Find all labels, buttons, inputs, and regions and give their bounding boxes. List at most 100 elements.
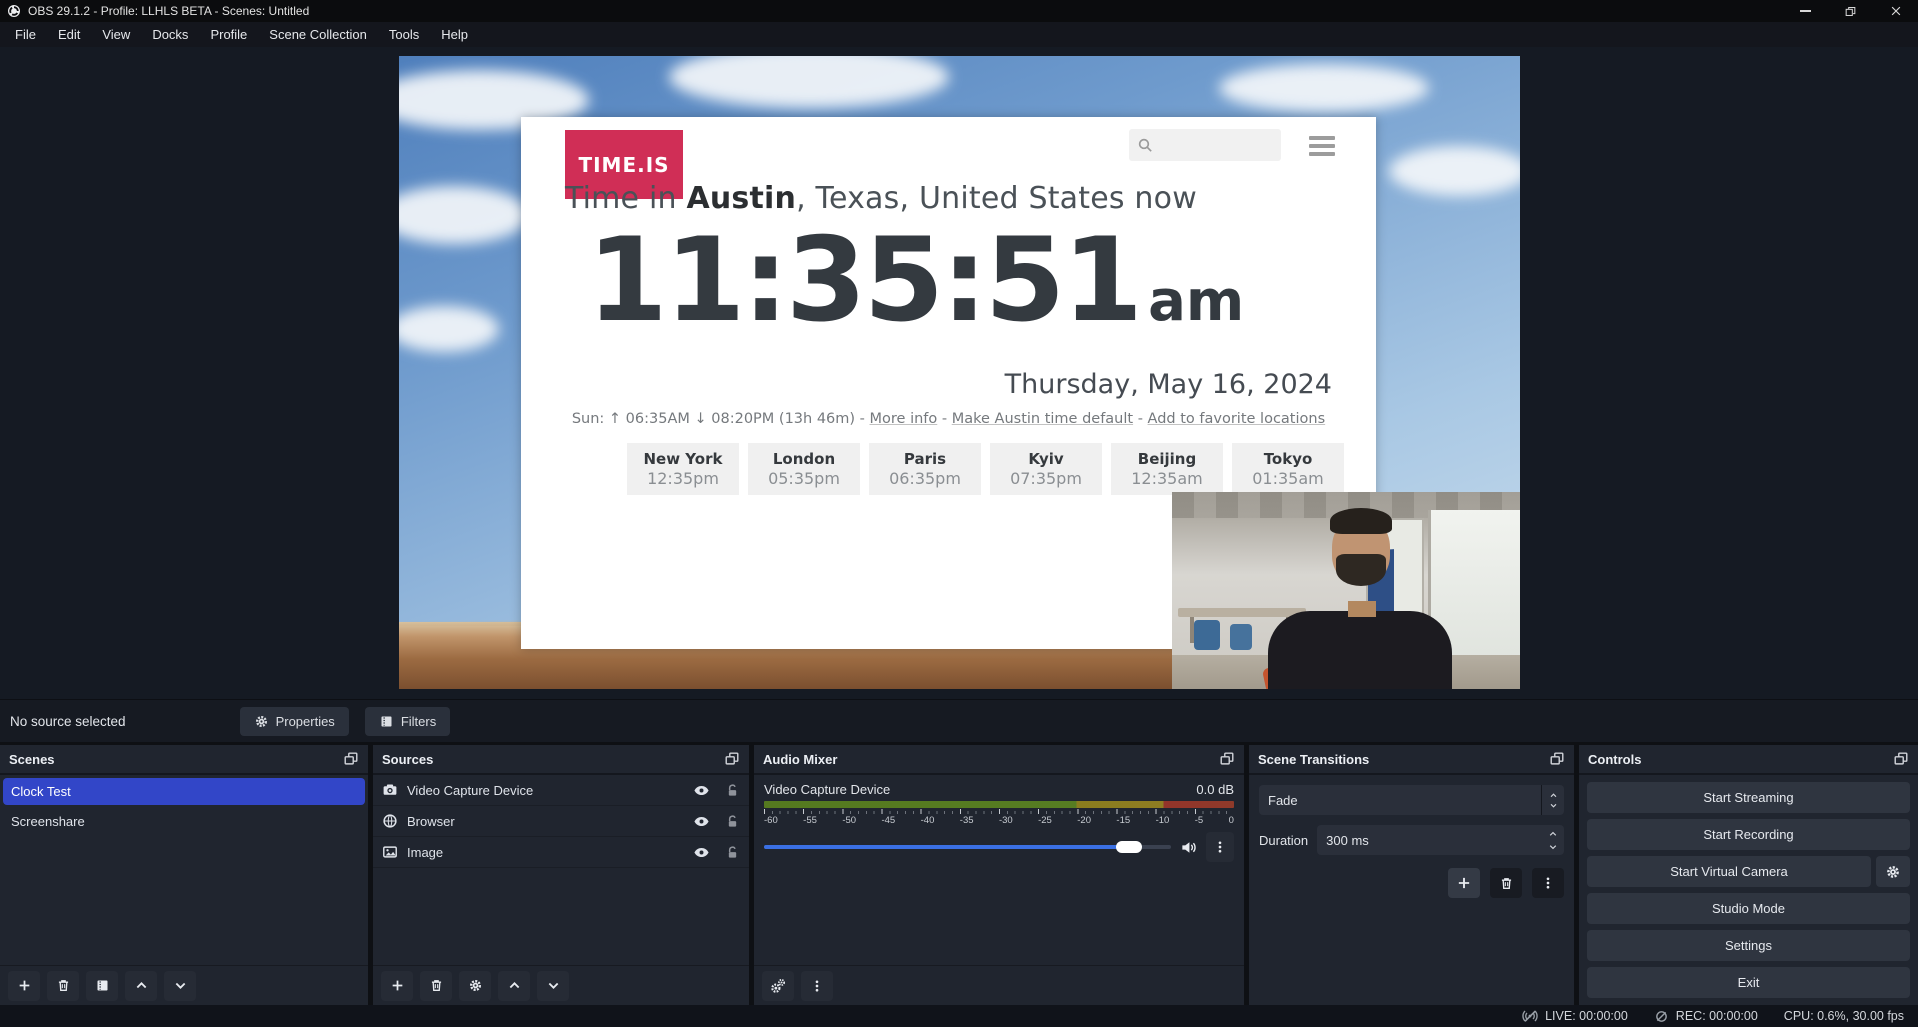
world-clock-beijing[interactable]: Beijing12:35am: [1111, 443, 1223, 495]
webcam-chair: [1230, 624, 1252, 650]
sources-title: Sources: [382, 752, 433, 767]
controls-panel: Controls Start Streaming Start Recording…: [1579, 745, 1918, 1005]
settings-button[interactable]: Settings: [1587, 930, 1910, 961]
camera-icon: [382, 782, 398, 798]
remove-scene-button[interactable]: [47, 971, 79, 1001]
add-source-button[interactable]: [381, 971, 413, 1001]
trash-icon: [56, 978, 71, 993]
visibility-eye-icon[interactable]: [693, 844, 710, 861]
search-icon: [1137, 137, 1154, 154]
minimize-button[interactable]: [1783, 0, 1828, 22]
remove-source-button[interactable]: [420, 971, 452, 1001]
spinbox-arrows[interactable]: [1542, 829, 1564, 852]
start-recording-button[interactable]: Start Recording: [1587, 819, 1910, 850]
properties-button[interactable]: Properties: [240, 707, 349, 736]
dots-vertical-icon: [810, 979, 824, 993]
popout-icon[interactable]: [343, 751, 359, 767]
world-clock-paris[interactable]: Paris06:35pm: [869, 443, 981, 495]
menu-docks[interactable]: Docks: [141, 22, 199, 47]
volume-slider[interactable]: [764, 836, 1171, 858]
speaker-icon[interactable]: [1180, 839, 1197, 856]
restore-button[interactable]: [1828, 0, 1873, 22]
cloud: [1389, 146, 1520, 196]
add-favorite-link[interactable]: Add to favorite locations: [1148, 411, 1326, 427]
menu-view[interactable]: View: [91, 22, 141, 47]
lock-icon[interactable]: [725, 783, 740, 798]
source-row-video-capture[interactable]: Video Capture Device: [373, 775, 749, 806]
lock-icon[interactable]: [725, 845, 740, 860]
scenes-list: Clock Test Screenshare: [0, 775, 368, 965]
add-transition-button[interactable]: [1448, 868, 1480, 898]
select-spinner-arrows[interactable]: [1541, 785, 1564, 815]
menu-tools[interactable]: Tools: [378, 22, 430, 47]
plus-icon: [390, 978, 405, 993]
remove-transition-button[interactable]: [1490, 868, 1522, 898]
scene-filters-button[interactable]: [86, 971, 118, 1001]
move-source-down-button[interactable]: [537, 971, 569, 1001]
menu-profile[interactable]: Profile: [199, 22, 258, 47]
webcam-table: [1178, 608, 1306, 617]
audio-mixer-panel: Audio Mixer Video Capture Device 0.0 dB …: [754, 745, 1244, 1005]
world-clock-kyiv[interactable]: Kyiv07:35pm: [990, 443, 1102, 495]
hamburger-menu-icon[interactable]: [1309, 136, 1335, 156]
timeis-city: Austin: [686, 181, 796, 216]
move-scene-down-button[interactable]: [164, 971, 196, 1001]
source-row-browser[interactable]: Browser: [373, 806, 749, 837]
volume-slider-handle[interactable]: [1116, 841, 1142, 853]
webcam-person-beard: [1336, 554, 1386, 586]
advanced-audio-button[interactable]: [762, 971, 794, 1001]
timeis-search-input[interactable]: [1129, 129, 1281, 161]
popout-icon[interactable]: [724, 751, 740, 767]
dots-vertical-icon: [1541, 876, 1555, 890]
start-virtual-camera-button[interactable]: Start Virtual Camera: [1587, 856, 1871, 887]
live-status: LIVE: 00:00:00: [1522, 1008, 1628, 1024]
world-clock-new-york[interactable]: New York12:35pm: [627, 443, 739, 495]
timeis-heading: Time in Austin, Texas, United States now: [565, 181, 1197, 216]
scene-item-clock-test[interactable]: Clock Test: [3, 778, 365, 805]
make-default-link[interactable]: Make Austin time default: [952, 411, 1133, 427]
source-row-image[interactable]: Image: [373, 837, 749, 868]
menu-help[interactable]: Help: [430, 22, 479, 47]
source-properties-button[interactable]: [459, 971, 491, 1001]
move-source-up-button[interactable]: [498, 971, 530, 1001]
popout-icon[interactable]: [1893, 751, 1909, 767]
visibility-eye-icon[interactable]: [693, 782, 710, 799]
chevron-down-icon: [1549, 801, 1558, 810]
filters-button[interactable]: Filters: [365, 707, 450, 736]
restore-icon: [1844, 5, 1857, 18]
mixer-options-button[interactable]: [1206, 832, 1234, 862]
menu-edit[interactable]: Edit: [47, 22, 91, 47]
duration-spinbox[interactable]: 300 ms: [1317, 825, 1564, 855]
menu-bar: File Edit View Docks Profile Scene Colle…: [0, 22, 1918, 47]
scene-item-screenshare[interactable]: Screenshare: [3, 808, 365, 835]
cloud: [669, 56, 949, 108]
add-scene-button[interactable]: [8, 971, 40, 1001]
mixer-menu-button[interactable]: [801, 971, 833, 1001]
popout-icon[interactable]: [1549, 751, 1565, 767]
duration-label: Duration: [1259, 833, 1308, 848]
world-clock-tokyo[interactable]: Tokyo01:35am: [1232, 443, 1344, 495]
preview-canvas[interactable]: TIME.IS Time in Austin, Texas, United St…: [399, 56, 1520, 689]
menu-scene-collection[interactable]: Scene Collection: [258, 22, 378, 47]
sources-list: Video Capture Device Browser Image: [373, 775, 749, 965]
studio-mode-button[interactable]: Studio Mode: [1587, 893, 1910, 924]
close-button[interactable]: [1873, 0, 1918, 22]
docks-row: Scenes Clock Test Screenshare Sources Vi…: [0, 742, 1918, 1005]
virtual-camera-config-button[interactable]: [1876, 856, 1910, 887]
lock-icon[interactable]: [725, 814, 740, 829]
start-streaming-button[interactable]: Start Streaming: [1587, 782, 1910, 813]
transition-select[interactable]: Fade: [1259, 785, 1564, 815]
popout-icon[interactable]: [1219, 751, 1235, 767]
menu-file[interactable]: File: [4, 22, 47, 47]
meter-tick-labels: -60-55-50-45-40-35-30-25-20-15-10-50: [764, 815, 1234, 826]
scenes-panel: Scenes Clock Test Screenshare: [0, 745, 368, 1005]
exit-button[interactable]: Exit: [1587, 967, 1910, 998]
transition-properties-button[interactable]: [1532, 868, 1564, 898]
chevron-up-icon: [1548, 829, 1558, 839]
more-info-link[interactable]: More info: [870, 411, 938, 427]
move-scene-up-button[interactable]: [125, 971, 157, 1001]
visibility-eye-icon[interactable]: [693, 813, 710, 830]
cloud: [399, 186, 529, 244]
rec-status: REC: 00:00:00: [1654, 1009, 1758, 1024]
world-clock-london[interactable]: London05:35pm: [748, 443, 860, 495]
